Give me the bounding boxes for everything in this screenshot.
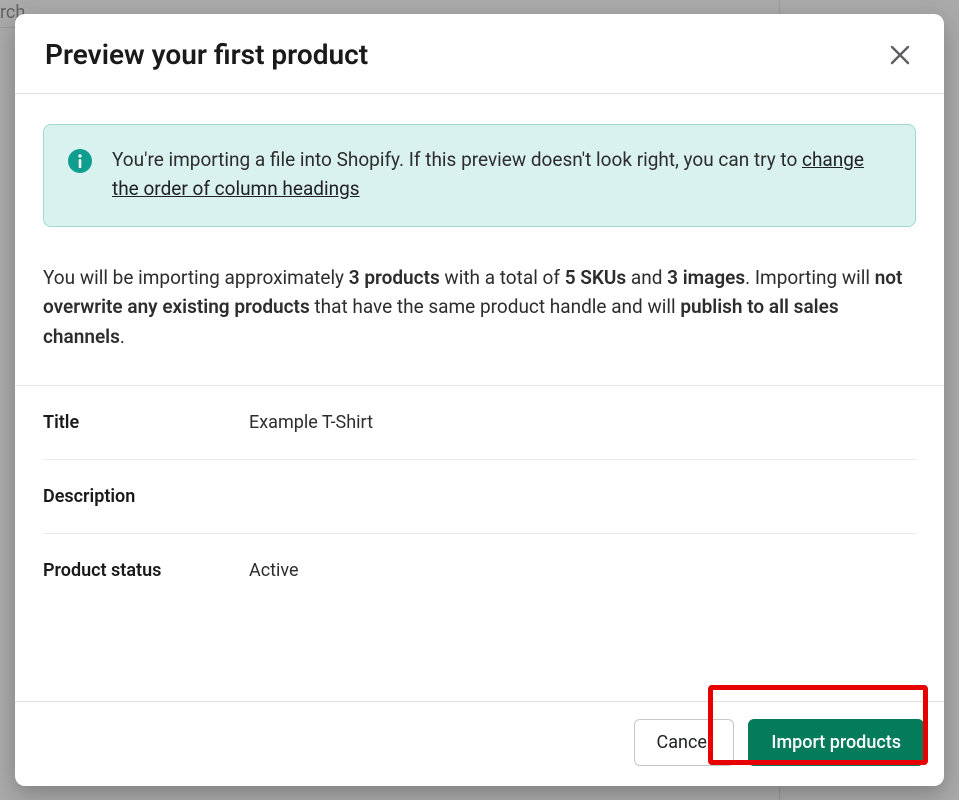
modal-footer: Cancel Import products xyxy=(15,701,944,786)
info-icon xyxy=(68,149,92,173)
import-products-button[interactable]: Import products xyxy=(748,719,924,766)
info-banner: You're importing a file into Shopify. If… xyxy=(43,124,916,227)
detail-value-title: Example T-Shirt xyxy=(249,412,373,433)
modal-scroll-area[interactable]: You're importing a file into Shopify. If… xyxy=(15,94,944,701)
close-icon xyxy=(888,43,912,67)
import-preview-modal: Preview your first product You're import… xyxy=(15,14,944,786)
summary-images-count: 3 images xyxy=(667,266,745,289)
detail-row-description: Description xyxy=(43,460,916,534)
summary-text: and xyxy=(626,266,667,289)
import-summary: You will be importing approximately 3 pr… xyxy=(43,263,916,351)
detail-label: Product status xyxy=(43,560,249,581)
info-banner-text: You're importing a file into Shopify. If… xyxy=(112,145,891,204)
summary-text: that have the same product handle and wi… xyxy=(310,295,681,318)
summary-text: . Importing will xyxy=(745,266,875,289)
summary-text: with a total of xyxy=(440,266,565,289)
info-text-part: You're importing a file into Shopify. If… xyxy=(112,148,802,171)
summary-products-count: 3 products xyxy=(349,266,440,289)
detail-label: Title xyxy=(43,412,249,433)
cancel-button[interactable]: Cancel xyxy=(634,719,735,766)
summary-skus-count: 5 SKUs xyxy=(565,266,626,289)
detail-row-status: Product status Active xyxy=(43,534,916,607)
modal-header: Preview your first product xyxy=(15,14,944,93)
detail-row-title: Title Example T-Shirt xyxy=(43,386,916,460)
close-button[interactable] xyxy=(886,41,914,69)
scroll-spacer xyxy=(43,607,916,701)
detail-value-status: Active xyxy=(249,560,299,581)
modal-title: Preview your first product xyxy=(45,38,368,71)
detail-label: Description xyxy=(43,486,249,507)
summary-text: You will be importing approximately xyxy=(43,266,349,289)
modal-body: You're importing a file into Shopify. If… xyxy=(15,94,944,701)
product-details: Title Example T-Shirt Description Produc… xyxy=(15,385,944,607)
summary-text: . xyxy=(120,325,125,348)
